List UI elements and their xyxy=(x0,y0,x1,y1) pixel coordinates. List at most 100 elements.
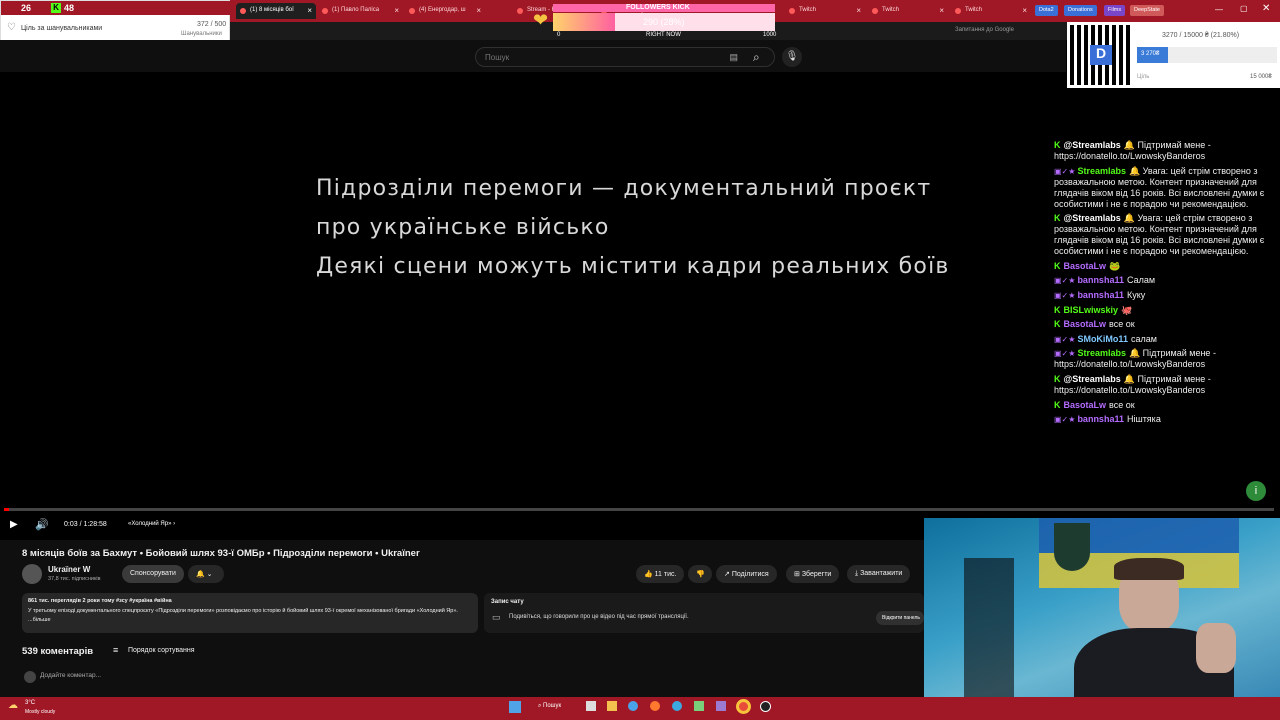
description-box[interactable]: 861 тис. переглядів 2 роки тому #зсу #ук… xyxy=(22,593,478,633)
play-icon[interactable]: ▶ xyxy=(10,519,18,530)
microphone-icon[interactable]: 🎙 xyxy=(782,47,802,67)
chat-message: K @Streamlabs 🔔 Підтримай мене - https://d… xyxy=(1054,374,1280,396)
chat-text: 🐸 xyxy=(1109,260,1121,271)
chat-message: K @Streamlabs 🔔 Підтримай мене - https://d… xyxy=(1054,140,1280,162)
open-chat-button[interactable]: Відкрити панель xyxy=(876,611,924,625)
chat-text: Салам xyxy=(1126,275,1156,286)
counter-left: 26 xyxy=(21,3,32,13)
tab-close-icon[interactable]: × xyxy=(307,6,312,15)
subscriber-count: 37,8 тис. підписників xyxy=(48,576,101,582)
chat-username[interactable]: BasotaLw xyxy=(1064,319,1107,329)
kick-icon: K xyxy=(1054,399,1061,410)
minimize-icon[interactable]: — xyxy=(1215,5,1223,14)
keyboard-icon[interactable]: ▤ xyxy=(729,52,738,63)
comments-count: 539 коментарів xyxy=(22,646,94,657)
chat-username[interactable]: Streamlabs xyxy=(1077,348,1126,358)
search-input[interactable]: Пошук ▤ xyxy=(475,47,775,67)
donation-caption: Ціль xyxy=(1137,74,1150,80)
tab-label: (1) Павло Паліса xyxy=(332,7,380,13)
channel-avatar[interactable] xyxy=(22,564,42,584)
donation-max: 15 000₴ xyxy=(1250,74,1272,80)
save-button[interactable]: ⊞ Зберегти xyxy=(786,565,840,583)
channel-name[interactable]: Ukraїner W xyxy=(48,565,90,574)
ask-google-button[interactable]: Запитання до Google xyxy=(955,27,1014,33)
obs-icon[interactable] xyxy=(760,701,771,712)
taskbar-search[interactable]: ⌕ Пошук xyxy=(538,703,561,710)
stream-chat: K @Streamlabs 🔔 Підтримай мене - https://d… xyxy=(1054,140,1280,429)
bookmark-dota2[interactable]: Dota2 xyxy=(1035,5,1058,16)
weather-icon: ☁ xyxy=(8,700,18,711)
sort-button[interactable]: Порядок сортування xyxy=(128,647,195,654)
chat-username[interactable]: BISLwiwskiy xyxy=(1064,305,1119,315)
maximize-icon[interactable]: ▢ xyxy=(1240,4,1248,13)
download-icon: ⤓ xyxy=(855,570,859,577)
video-progress-bar[interactable] xyxy=(4,508,1274,511)
download-button[interactable]: ⤓ Завантажити xyxy=(847,565,911,583)
followers-fill xyxy=(553,13,616,31)
kick-logo-icon: K xyxy=(51,3,61,13)
app-icon-1[interactable] xyxy=(694,701,704,711)
heart-icon: ❤ xyxy=(533,10,549,30)
chat-username[interactable]: @Streamlabs xyxy=(1064,140,1121,150)
kick-icon: K xyxy=(1054,319,1061,330)
browser-tab[interactable]: Twitch × xyxy=(951,3,1031,19)
sponsor-button[interactable]: Спонсорувати xyxy=(122,565,184,583)
browser-tab[interactable]: Twitch × xyxy=(868,3,948,19)
firefox-icon[interactable] xyxy=(650,701,660,711)
followers-max: 1000 xyxy=(763,32,777,38)
info-icon[interactable]: i xyxy=(1246,481,1266,501)
browser-tab[interactable]: (1) Павло Паліса × xyxy=(318,3,403,19)
chat-username[interactable]: @Streamlabs xyxy=(1064,374,1121,384)
like-button[interactable]: 👍 11 тис. xyxy=(636,565,685,583)
edge-icon[interactable] xyxy=(628,701,638,711)
download-label: Завантажити xyxy=(860,570,903,577)
tab-close-icon[interactable]: × xyxy=(476,6,481,15)
windows-start-icon[interactable] xyxy=(509,701,521,713)
goal-label: Ціль за шанувальниками xyxy=(21,25,103,32)
volume-icon[interactable]: 🔊 xyxy=(35,518,49,531)
tab-close-icon[interactable]: × xyxy=(856,6,861,15)
twitch-badges-icon: ▣✓★ xyxy=(1054,334,1076,344)
chat-username[interactable]: BasotaLw xyxy=(1064,261,1107,271)
video-overlay-line-1: Підрозділи перемоги — документальний про… xyxy=(316,176,932,201)
telegram-icon[interactable] xyxy=(672,701,682,711)
sort-icon[interactable]: ≡ xyxy=(113,645,118,655)
chat-username[interactable]: @Streamlabs xyxy=(1064,213,1121,223)
thumbs-down-icon: 👎 xyxy=(696,571,705,578)
notification-bell-button[interactable]: 🔔 ⌄ xyxy=(188,565,224,583)
bookmark-films[interactable]: Films xyxy=(1104,5,1126,16)
description-text: У третьому епізоді документального спецп… xyxy=(28,608,458,623)
share-button[interactable]: ↗ Поділитися xyxy=(716,565,777,583)
bookmark-deepstate[interactable]: DeepState xyxy=(1130,5,1164,16)
chat-username[interactable]: bannsha11 xyxy=(1077,275,1124,285)
chat-username[interactable]: bannsha11 xyxy=(1077,290,1124,300)
dislike-button[interactable]: 👎 xyxy=(688,565,712,583)
streamer-hair xyxy=(1114,558,1184,580)
chat-username[interactable]: bannsha11 xyxy=(1077,414,1124,424)
chat-text: Куку xyxy=(1126,289,1146,300)
chat-username[interactable]: BasotaLw xyxy=(1064,400,1107,410)
close-window-icon[interactable]: ✕ xyxy=(1262,3,1270,14)
door-frame xyxy=(964,558,1014,720)
tab-close-icon[interactable]: × xyxy=(939,6,944,15)
chat-username[interactable]: Streamlabs xyxy=(1077,166,1126,176)
browser-tab[interactable]: (1) 8 місяців бої × xyxy=(236,3,316,19)
bookmark-donations[interactable]: Donations xyxy=(1064,5,1097,16)
chrome-icon[interactable] xyxy=(736,699,751,714)
browser-tab[interactable]: (4) Енергодар, ш × xyxy=(405,3,485,19)
twitch-badges-icon: ▣✓★ xyxy=(1054,349,1076,359)
browser-tab[interactable]: Twitch × xyxy=(785,3,865,19)
file-explorer-icon[interactable] xyxy=(607,701,617,711)
task-view-icon[interactable] xyxy=(586,701,596,711)
tab-close-icon[interactable]: × xyxy=(394,6,399,15)
kick-icon: K xyxy=(1054,304,1061,315)
app-icon-2[interactable] xyxy=(716,701,726,711)
add-comment-input[interactable]: Додайте коментар... xyxy=(40,672,101,679)
tab-favicon-icon xyxy=(322,8,328,14)
search-icon[interactable]: ⌕ xyxy=(753,50,760,65)
tab-favicon-icon xyxy=(517,8,523,14)
tab-label: (1) 8 місяців бої xyxy=(250,7,294,13)
chat-username[interactable]: SMoKiMo11 xyxy=(1077,334,1128,344)
tab-close-icon[interactable]: × xyxy=(1022,6,1027,15)
chapter-button[interactable]: «Холодний Яр» › xyxy=(128,521,175,527)
